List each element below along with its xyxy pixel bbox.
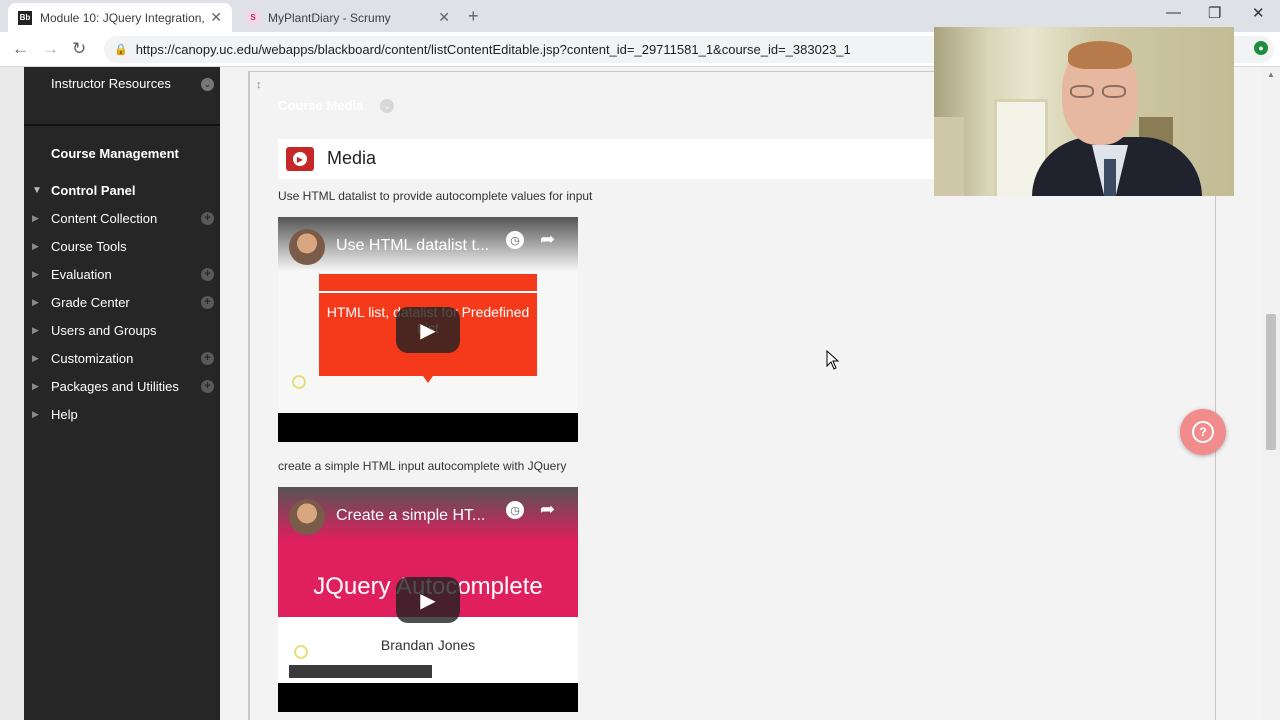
video-embed-datalist[interactable]: HTML list, datalist for Predefined List … <box>278 217 578 442</box>
page-scrollbar[interactable]: ▲ <box>1262 67 1280 720</box>
click-ring <box>292 375 306 389</box>
click-ring <box>294 645 308 659</box>
webcam-person-hair <box>1068 41 1132 69</box>
reload-icon[interactable]: ↻ <box>72 39 86 59</box>
triangle-right-icon: ▶ <box>32 352 39 363</box>
thumb-toolbar <box>289 665 432 678</box>
sidebar-item-label: Users and Groups <box>51 322 157 338</box>
sidebar-item-evaluation[interactable]: ▶ Evaluation + <box>32 264 218 284</box>
triangle-right-icon: ▶ <box>32 212 39 223</box>
webcam-person-tie <box>1104 159 1116 196</box>
close-window-icon[interactable]: ✕ <box>1252 4 1265 22</box>
url-text: https://canopy.uc.edu/webapps/blackboard… <box>135 42 851 57</box>
sidebar-item-label: Help <box>51 406 78 422</box>
share-icon[interactable]: ➦ <box>540 229 555 250</box>
sidebar-item-label: Course Tools <box>51 238 127 254</box>
triangle-right-icon: ▶ <box>32 408 39 419</box>
sidebar-item-content-collection[interactable]: ▶ Content Collection + <box>32 208 218 228</box>
sidebar-item-users-and-groups[interactable]: ▶ Users and Groups <box>32 320 218 340</box>
course-management-heading: Course Management <box>51 146 179 161</box>
tab-myplantdiary[interactable]: S MyPlantDiary - Scrumy ✕ <box>236 3 460 32</box>
scroll-up-icon[interactable]: ▲ <box>1267 70 1275 79</box>
section-title[interactable]: Course Media <box>278 98 363 113</box>
thumb-author: Brandan Jones <box>380 637 476 653</box>
watch-later-icon[interactable]: ◷ <box>506 231 524 249</box>
watch-later-icon[interactable]: ◷ <box>506 501 524 519</box>
minimize-icon[interactable]: — <box>1166 4 1181 21</box>
share-icon[interactable]: ➦ <box>540 499 555 520</box>
item-description: create a simple HTML input autocomplete … <box>278 459 567 473</box>
add-icon[interactable]: + <box>201 211 214 225</box>
sidebar-item-course-tools[interactable]: ▶ Course Tools <box>32 236 218 256</box>
channel-avatar[interactable] <box>289 229 325 265</box>
restore-icon[interactable]: ❐ <box>1208 4 1221 22</box>
sidebar-item-label: Packages and Utilities <box>51 378 179 394</box>
scrumy-favicon-icon: S <box>246 10 260 25</box>
media-item-header: ▶ Media <box>278 139 978 179</box>
sidebar-item-label: Grade Center <box>51 294 130 310</box>
arrow-left-icon[interactable]: ← <box>12 39 29 59</box>
triangle-down-icon: ▼ <box>32 185 42 196</box>
add-icon[interactable]: + <box>201 379 214 393</box>
sidebar-item-label: Customization <box>51 350 134 366</box>
tab-module-10[interactable]: Bb Module 10: JQuery Integration, A ✕ <box>8 3 232 32</box>
sidebar-item-packages-and-utilities[interactable]: ▶ Packages and Utilities + <box>32 376 218 396</box>
webcam-person-glasses <box>1070 85 1130 99</box>
tab-title: Module 10: JQuery Integration, A <box>40 10 205 25</box>
channel-avatar[interactable] <box>289 499 325 535</box>
media-title[interactable]: Media <box>327 148 376 169</box>
close-tab-icon[interactable]: ✕ <box>210 9 222 26</box>
sidebar-item-customization[interactable]: ▶ Customization + <box>32 348 218 368</box>
instructor-resources-menu-icon[interactable]: ⌄ <box>201 78 214 91</box>
control-panel-toggle[interactable]: ▼ Control Panel <box>32 183 136 198</box>
play-icon[interactable]: ▶ <box>396 307 460 353</box>
sidebar-divider <box>24 124 220 126</box>
add-icon[interactable]: + <box>201 295 214 309</box>
blackboard-favicon-icon: Bb <box>18 10 32 25</box>
video-embed-jquery[interactable]: JQuery Autocomplete Brandan Jones Create… <box>278 487 578 712</box>
tab-title: MyPlantDiary - Scrumy <box>268 10 391 25</box>
chevron-down-icon[interactable]: ⌄ <box>380 99 394 113</box>
triangle-right-icon: ▶ <box>32 296 39 307</box>
thumb-pointer <box>423 376 433 383</box>
media-icon: ▶ <box>286 147 314 171</box>
control-panel-label: Control Panel <box>51 183 136 198</box>
scrollbar-thumb[interactable] <box>1266 314 1276 450</box>
left-gutter <box>0 67 24 720</box>
triangle-right-icon: ▶ <box>32 240 39 251</box>
drag-handle-icon[interactable]: ↕ <box>256 79 262 91</box>
triangle-right-icon: ▶ <box>32 380 39 391</box>
sidebar-item-help[interactable]: ▶ Help <box>32 404 218 424</box>
arrow-right-icon[interactable]: → <box>42 39 59 59</box>
item-description: Use HTML datalist to provide autocomplet… <box>278 189 593 203</box>
close-tab-icon[interactable]: ✕ <box>438 9 450 26</box>
webcam-door <box>934 117 964 196</box>
sidebar-item-label: Content Collection <box>51 210 158 226</box>
triangle-right-icon: ▶ <box>32 324 39 335</box>
thumb-line <box>319 291 537 293</box>
add-icon[interactable]: + <box>201 267 214 281</box>
mouse-cursor-icon <box>826 350 840 370</box>
sidebar-item-grade-center[interactable]: ▶ Grade Center + <box>32 292 218 312</box>
triangle-right-icon: ▶ <box>32 268 39 279</box>
video-title[interactable]: Use HTML datalist t... <box>336 237 489 255</box>
extension-icon[interactable]: ● <box>1254 41 1268 55</box>
play-icon[interactable]: ▶ <box>396 577 460 623</box>
lock-icon: 🔒 <box>114 44 128 56</box>
webcam-overlay <box>934 27 1234 196</box>
question-circle-icon: ? <box>1192 421 1214 443</box>
instructor-resources-link[interactable]: Instructor Resources <box>51 76 171 91</box>
sidebar-item-label: Evaluation <box>51 266 112 282</box>
new-tab-icon[interactable]: + <box>468 6 479 27</box>
course-sidebar: Instructor Resources ⌄ Course Management… <box>24 67 220 720</box>
help-button[interactable]: ? <box>1180 409 1226 455</box>
add-icon[interactable]: + <box>201 351 214 365</box>
video-title[interactable]: Create a simple HT... <box>336 507 485 525</box>
